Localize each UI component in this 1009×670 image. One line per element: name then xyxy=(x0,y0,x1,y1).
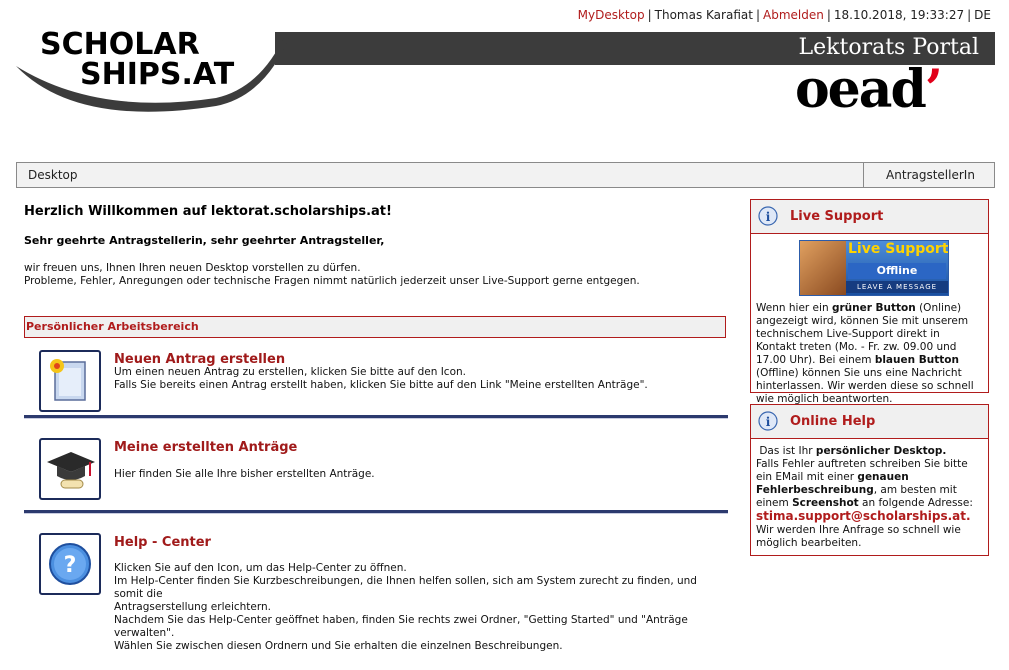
live-support-text: Wenn hier ein grüner Button (Online) ang… xyxy=(756,302,974,405)
item-title-link[interactable]: Neuen Antrag erstellen xyxy=(114,352,285,367)
nav-antragsteller[interactable]: AntragstellerIn xyxy=(867,163,994,187)
info-icon: i xyxy=(758,411,778,431)
logo-text-line2: SHIPS.AT xyxy=(80,57,235,92)
info-icon: i xyxy=(758,206,778,226)
new-document-icon[interactable] xyxy=(39,350,101,412)
item-description: Um einen neuen Antrag zu erstellen, klic… xyxy=(114,366,724,392)
help-question-icon[interactable]: ? xyxy=(39,533,101,595)
mydesktop-link[interactable]: MyDesktop xyxy=(578,8,645,22)
graduation-cap-icon[interactable] xyxy=(39,438,101,500)
welcome-heading: Herzlich Willkommen auf lektorat.scholar… xyxy=(24,204,392,219)
panel-body: Live Support! Offline LEAVE A MESSAGE <<… xyxy=(751,234,988,412)
item-description: Hier finden Sie alle Ihre bisher erstell… xyxy=(114,468,724,481)
user-name: Thomas Karafiat xyxy=(654,8,753,22)
panel-title: Live Support xyxy=(790,209,884,224)
panel-header: i Live Support xyxy=(751,200,988,234)
support-email-link[interactable]: stima.support@scholarships.at. xyxy=(756,509,971,523)
datetime: 18.10.2018, 19:33:27 xyxy=(833,8,965,22)
desc-line: Falls Sie bereits einen Antrag erstellt … xyxy=(114,379,648,391)
leave-message-text: LEAVE A MESSAGE <<< xyxy=(846,281,948,293)
divider xyxy=(24,510,728,514)
scholarships-logo[interactable]: SCHOLAR SHIPS.AT xyxy=(16,28,306,123)
intro-line: Probleme, Fehler, Anregungen oder techni… xyxy=(24,275,640,287)
desc-line: Im Help-Center finden Sie Kurzbeschreibu… xyxy=(114,575,697,600)
portal-title: Lektorats Portal xyxy=(798,35,979,60)
svg-text:?: ? xyxy=(64,553,77,578)
section-header: Persönlicher Arbeitsbereich xyxy=(24,316,726,338)
panel-title: Online Help xyxy=(790,414,876,429)
panel-header: i Online Help xyxy=(751,405,988,439)
logout-link[interactable]: Abmelden xyxy=(763,8,824,22)
online-help-panel: i Online Help Das ist Ihr persönlicher D… xyxy=(750,404,989,556)
nav-desktop[interactable]: Desktop xyxy=(17,163,864,187)
language-selector[interactable]: DE xyxy=(974,8,991,22)
greeting-text: Sehr geehrte Antragstellerin, sehr geehr… xyxy=(24,234,385,247)
desc-line: Hier finden Sie alle Ihre bisher erstell… xyxy=(114,468,375,480)
desc-line: Wählen Sie zwischen diesen Ordnern und S… xyxy=(114,640,563,652)
item-description: Klicken Sie auf den Icon, um das Help-Ce… xyxy=(114,562,724,653)
svg-text:i: i xyxy=(766,210,771,224)
online-help-text: Das ist Ihr persönlicher Desktop. Falls F… xyxy=(756,445,973,549)
section-title: Persönlicher Arbeitsbereich xyxy=(26,320,199,333)
desc-line: Klicken Sie auf den Icon, um das Help-Ce… xyxy=(114,562,407,574)
support-agent-image xyxy=(800,241,846,295)
item-new-application: Neuen Antrag erstellen Um einen neuen An… xyxy=(24,350,728,412)
desc-line: Antragserstellung erleichtern. xyxy=(114,601,272,613)
separator: | xyxy=(967,8,972,22)
svg-text:i: i xyxy=(766,415,771,429)
item-help-center: ? Help - Center Klicken Sie auf den Icon… xyxy=(24,533,728,652)
top-user-bar: MyDesktop | Thomas Karafiat | Abmelden | 18.10… xyxy=(578,8,991,22)
desc-line: Nachdem Sie das Help-Center geöffnet hab… xyxy=(114,614,688,639)
intro-line: wir freuen uns, Ihnen Ihren neuen Deskto… xyxy=(24,262,361,274)
main-content: Herzlich Willkommen auf lektorat.scholar… xyxy=(24,200,728,288)
live-support-button[interactable]: Live Support! Offline LEAVE A MESSAGE <<… xyxy=(799,240,949,296)
live-support-panel: i Live Support Live Support! Offline LEA… xyxy=(750,199,989,405)
desc-line: Um einen neuen Antrag zu erstellen, klic… xyxy=(114,366,466,378)
separator: | xyxy=(826,8,831,22)
separator: | xyxy=(755,8,760,22)
panel-body: Das ist Ihr persönlicher Desktop. Falls F… xyxy=(751,439,988,556)
live-support-status: Offline xyxy=(848,263,946,279)
item-title-link[interactable]: Meine erstellten Anträge xyxy=(114,440,297,455)
main-nav-bar: Desktop AntragstellerIn xyxy=(16,162,995,188)
intro-text: wir freuen uns, Ihnen Ihren neuen Deskto… xyxy=(24,262,728,288)
live-support-banner-title: Live Support! xyxy=(848,241,949,257)
divider xyxy=(24,415,728,419)
oead-logo[interactable]: oead’ xyxy=(795,64,943,116)
separator: | xyxy=(647,8,652,22)
item-my-applications: Meine erstellten Anträge Hier finden Sie… xyxy=(24,438,728,500)
item-title-link[interactable]: Help - Center xyxy=(114,535,211,550)
